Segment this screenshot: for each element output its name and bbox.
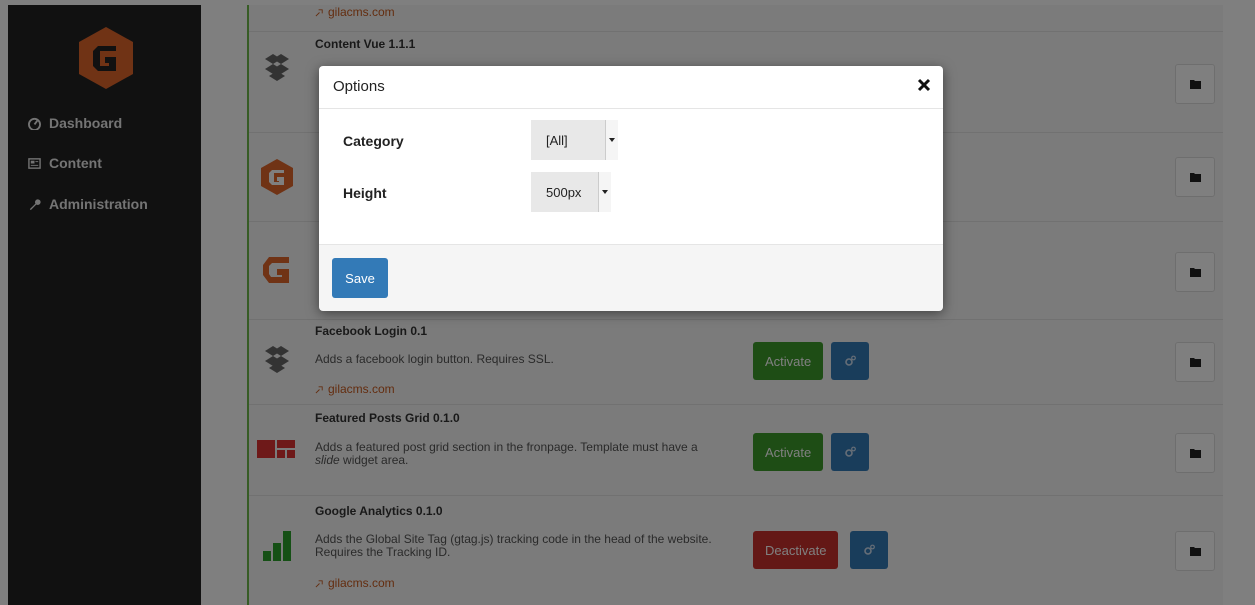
height-select-value: 500px [546, 184, 582, 200]
chevron-down-icon [598, 172, 611, 212]
category-select-value: [All] [546, 132, 568, 148]
modal-header: Options [319, 66, 943, 109]
modal-title: Options [333, 78, 385, 95]
close-icon[interactable] [915, 76, 933, 94]
modal-footer: Save [319, 244, 943, 311]
category-select[interactable]: [All] [531, 120, 618, 160]
height-label: Height [343, 185, 387, 201]
category-label: Category [343, 133, 404, 149]
height-select[interactable]: 500px [531, 172, 611, 212]
chevron-down-icon [605, 120, 618, 160]
save-button[interactable]: Save [332, 258, 388, 298]
options-modal: Options Category [All] Height 500px Save [319, 66, 943, 311]
